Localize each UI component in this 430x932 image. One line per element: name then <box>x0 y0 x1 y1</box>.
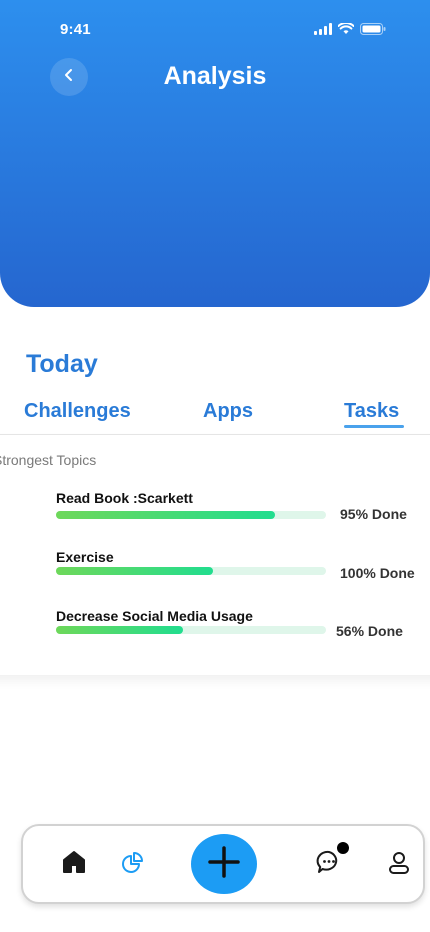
task-label: Read Book :Scarkett <box>56 490 193 506</box>
plus-icon <box>207 845 241 884</box>
page-title: Analysis <box>163 62 267 90</box>
signal-icon <box>314 22 332 40</box>
task-label: Decrease Social Media Usage <box>56 608 253 624</box>
task-status: 56% Done <box>336 623 403 639</box>
wifi-icon <box>337 22 355 40</box>
add-button[interactable] <box>191 834 257 894</box>
progress-fill <box>56 567 213 575</box>
profile-icon[interactable] <box>385 849 413 877</box>
analytics-icon[interactable] <box>119 848 147 876</box>
task-status: 100% Done <box>340 565 415 581</box>
tab-tasks[interactable]: Tasks <box>344 400 399 423</box>
progress-fill <box>56 626 183 634</box>
card-heading: Strongest Topics <box>0 452 97 468</box>
progress-track <box>56 567 326 575</box>
task-status: 95% Done <box>340 506 407 522</box>
home-icon[interactable] <box>60 848 88 876</box>
progress-track <box>56 626 326 634</box>
active-tab-indicator <box>344 425 404 428</box>
tab-apps[interactable]: Apps <box>203 400 253 423</box>
progress-fill <box>56 511 275 519</box>
notification-badge <box>337 842 349 854</box>
battery-icon <box>360 22 386 40</box>
header-banner <box>0 0 430 307</box>
progress-track <box>56 511 326 519</box>
status-icons <box>314 22 386 40</box>
tab-challenges[interactable]: Challenges <box>24 400 131 423</box>
task-label: Exercise <box>56 549 114 565</box>
section-title: Today <box>26 350 98 378</box>
status-time: 9:41 <box>60 21 91 38</box>
